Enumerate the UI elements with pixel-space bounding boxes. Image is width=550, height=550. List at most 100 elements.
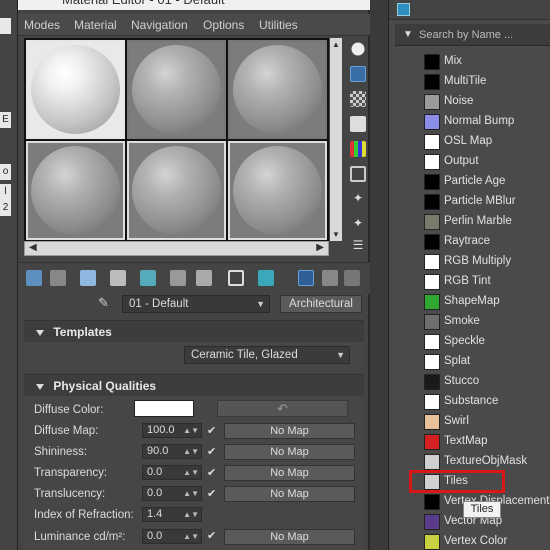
slots-vertical-scrollbar[interactable]: ▲ ▼ [330, 38, 342, 241]
ior-spinner[interactable]: 1.4 ▲▼ [142, 507, 202, 522]
map-list-item[interactable]: Particle MBlur [389, 192, 550, 212]
luminance-checkbox[interactable]: ✔ [207, 531, 217, 542]
undo-template-button[interactable]: ↶ [217, 400, 348, 417]
template-dropdown[interactable]: Ceramic Tile, Glazed ▼ [184, 346, 350, 364]
menu-modes[interactable]: Modes [24, 18, 60, 32]
map-list-item-label: Noise [444, 95, 474, 107]
eyedropper-icon[interactable]: ✎ [98, 295, 109, 311]
translucency-checkbox[interactable]: ✔ [207, 489, 217, 500]
transparency-label: Transparency: [34, 467, 108, 479]
strip-chip: l [0, 184, 11, 200]
map-list-item[interactable]: Output [389, 152, 550, 172]
material-type-button[interactable]: Architectural [280, 295, 362, 313]
background-icon[interactable] [350, 91, 366, 107]
transparency-spinner[interactable]: 0.0 ▲▼ [142, 465, 202, 480]
translucency-spinner[interactable]: 0.0 ▲▼ [142, 486, 202, 501]
map-list-item-label: Particle MBlur [444, 195, 516, 207]
spinner-arrows-icon[interactable]: ▲▼ [183, 466, 199, 479]
video-color-check-icon[interactable] [350, 141, 366, 157]
map-list-item[interactable]: Speckle [389, 332, 550, 352]
backlight-icon[interactable] [350, 66, 366, 82]
map-list-item[interactable]: OSL Map [389, 132, 550, 152]
shininess-spinner[interactable]: 90.0 ▲▼ [142, 444, 202, 459]
material-id-channel-icon[interactable] [228, 270, 244, 286]
spinner-arrows-icon[interactable]: ▲▼ [183, 508, 199, 521]
make-preview-icon[interactable] [350, 166, 366, 182]
scroll-down-icon[interactable]: ▼ [332, 230, 340, 239]
map-list-item[interactable]: Normal Bump [389, 112, 550, 132]
menu-material[interactable]: Material [74, 18, 117, 32]
slots-horizontal-scrollbar[interactable]: ◀ ▶ [24, 241, 329, 256]
map-list-item[interactable]: ShapeMap [389, 292, 550, 312]
show-in-viewport-icon[interactable] [258, 270, 274, 286]
put-to-library-icon[interactable] [196, 270, 212, 286]
expand-triangle-icon[interactable]: ▼ [403, 24, 413, 46]
diffuse-map-checkbox[interactable]: ✔ [207, 426, 217, 437]
menu-options[interactable]: Options [203, 18, 244, 32]
diffuse-map-spinner[interactable]: 100.0 ▲▼ [142, 423, 202, 438]
material-name-field[interactable]: 01 - Default ▼ [122, 295, 270, 313]
material-map-navigator-icon[interactable]: ☰ [350, 238, 366, 254]
sample-sphere [233, 146, 322, 235]
search-field[interactable]: ▼ Search by Name ... [395, 24, 550, 46]
sample-slot[interactable] [127, 40, 226, 139]
scroll-up-icon[interactable]: ▲ [332, 40, 340, 49]
map-list-item[interactable]: MultiTile [389, 72, 550, 92]
map-list-item[interactable]: Swirl [389, 412, 550, 432]
spinner-arrows-icon[interactable]: ▲▼ [183, 424, 199, 437]
make-unique-icon[interactable] [170, 270, 186, 286]
diffuse-map-button[interactable]: No Map [224, 423, 355, 439]
translucency-map-button[interactable]: No Map [224, 486, 355, 502]
map-list-item[interactable]: Smoke [389, 312, 550, 332]
map-list-item[interactable]: Stucco [389, 372, 550, 392]
put-material-icon[interactable] [50, 270, 66, 286]
map-list-item[interactable]: RGB Multiply [389, 252, 550, 272]
sample-slot[interactable] [228, 40, 327, 139]
sample-slot-selected[interactable] [26, 40, 125, 139]
map-list-item[interactable]: Raytrace [389, 232, 550, 252]
select-by-material-icon[interactable]: ✦ [350, 216, 366, 232]
spinner-arrows-icon[interactable]: ▲▼ [183, 530, 199, 543]
map-list-item[interactable]: Vertex Color [389, 532, 550, 550]
reset-map-icon[interactable] [110, 270, 126, 286]
map-list-item[interactable]: Noise [389, 92, 550, 112]
scroll-right-icon[interactable]: ▶ [316, 242, 324, 253]
map-list-item[interactable]: TextMap [389, 432, 550, 452]
menu-utilities[interactable]: Utilities [259, 18, 298, 32]
map-list-item[interactable]: Mix [389, 52, 550, 72]
sample-slot[interactable] [228, 141, 327, 240]
copy-material-icon[interactable] [140, 270, 156, 286]
sample-slot[interactable] [26, 141, 125, 240]
luminance-spinner[interactable]: 0.0 ▲▼ [142, 529, 202, 544]
templates-rollout-header[interactable]: Templates [24, 320, 364, 342]
map-list-item[interactable]: Perlin Marble [389, 212, 550, 232]
go-to-parent-icon[interactable] [322, 270, 338, 286]
physical-qualities-rollout-header[interactable]: Physical Qualities [24, 374, 364, 396]
map-list-item[interactable]: RGB Tint [389, 272, 550, 292]
shininess-map-button[interactable]: No Map [224, 444, 355, 460]
map-list-item[interactable]: Particle Age [389, 172, 550, 192]
go-forward-sibling-icon[interactable] [344, 270, 360, 286]
material-map-browser: ▼ Search by Name ... Mix MultiTile Noise No… [388, 0, 550, 550]
assign-material-icon[interactable] [80, 270, 96, 286]
sample-uv-tiling-icon[interactable] [350, 116, 366, 132]
chevron-down-icon: ▼ [256, 299, 265, 309]
sample-type-icon[interactable] [350, 41, 366, 57]
map-list-item[interactable]: Substance [389, 392, 550, 412]
diffuse-color-swatch[interactable] [134, 400, 194, 417]
menu-navigation[interactable]: Navigation [131, 18, 188, 32]
shininess-checkbox[interactable]: ✔ [207, 447, 217, 458]
options-icon[interactable]: ✦ [350, 191, 366, 207]
sample-slot[interactable] [127, 141, 226, 240]
spinner-arrows-icon[interactable]: ▲▼ [183, 487, 199, 500]
map-list-item[interactable]: Splat [389, 352, 550, 372]
transparency-map-button[interactable]: No Map [224, 465, 355, 481]
scroll-left-icon[interactable]: ◀ [29, 242, 37, 253]
get-material-icon[interactable] [26, 270, 42, 286]
spinner-arrows-icon[interactable]: ▲▼ [183, 445, 199, 458]
show-end-result-icon[interactable] [298, 270, 314, 286]
luminance-map-button[interactable]: No Map [224, 529, 355, 545]
map-list-item[interactable]: TextureObjMask [389, 452, 550, 472]
transparency-checkbox[interactable]: ✔ [207, 468, 217, 479]
spinner-value: 100.0 [147, 424, 175, 436]
